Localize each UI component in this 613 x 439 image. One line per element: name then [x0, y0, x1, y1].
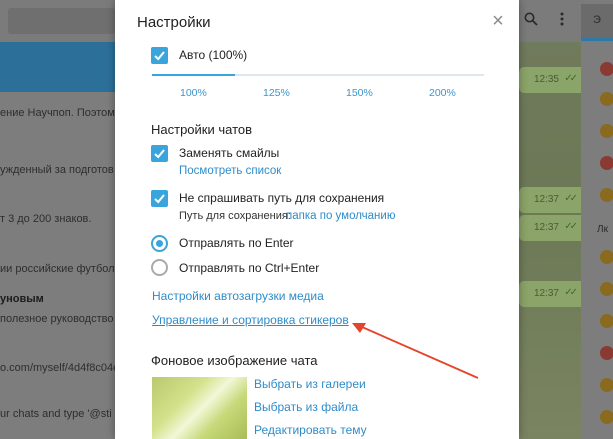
chat-list-snippet: ur chats and type '@sti: [0, 408, 112, 420]
scale-slider-selected[interactable]: [152, 74, 235, 76]
send-by-ctrl-enter-radio[interactable]: [151, 259, 168, 276]
ask-save-path-checkbox[interactable]: [151, 190, 168, 207]
emoji-icon[interactable]: [600, 156, 613, 170]
replace-emoji-checkbox[interactable]: [151, 145, 168, 162]
chat-list-snippet: т 3 до 200 знаков.: [0, 213, 92, 225]
emoji-icon[interactable]: [600, 92, 613, 106]
chat-list-snippet: полезное руководство: [0, 313, 114, 325]
emoji-icon[interactable]: [600, 282, 613, 296]
media-autoload-link[interactable]: Настройки автозагрузки медиа: [152, 289, 324, 303]
choose-from-file-link[interactable]: Выбрать из файла: [254, 400, 358, 414]
view-emoji-list-link[interactable]: Посмотреть список: [179, 165, 281, 177]
settings-content: Авто (100%) 100% 125% 150% 200% Настройк…: [115, 44, 519, 439]
more-icon[interactable]: [560, 12, 564, 30]
emoji-icon[interactable]: [600, 314, 613, 328]
double-check-icon: ✓✓: [564, 193, 578, 204]
send-by-ctrl-enter-label: Отправлять по Ctrl+Enter: [179, 261, 320, 275]
stickers-manage-link[interactable]: Управление и сортировка стикеров: [152, 313, 349, 327]
emoji-icon[interactable]: [600, 124, 613, 138]
message-bubble: 12:37 ✓✓: [519, 215, 581, 241]
message-bubble: 12:37 ✓✓: [519, 281, 581, 307]
auto-scale-checkbox[interactable]: [151, 47, 168, 64]
message-bubble: 12:35 ✓✓: [519, 67, 581, 93]
save-path-link[interactable]: папка по умолчанию: [286, 210, 395, 222]
left-banner: [0, 42, 115, 92]
auto-scale-label: Авто (100%): [179, 48, 248, 62]
edit-theme-link[interactable]: Редактировать тему: [254, 423, 367, 437]
dialog-title: Настройки: [137, 14, 211, 31]
chat-settings-heading: Настройки чатов: [151, 122, 253, 137]
double-check-icon: ✓✓: [564, 221, 578, 232]
close-icon[interactable]: ×: [487, 10, 509, 32]
chat-list-snippet: ужденный за подготов: [0, 164, 114, 176]
emoji-icon[interactable]: [600, 410, 613, 424]
panel-section-label: Лк: [597, 224, 608, 235]
scale-option[interactable]: 125%: [263, 87, 290, 99]
check-icon: [154, 51, 165, 61]
chat-list-name: уновым: [0, 293, 44, 305]
check-icon: [154, 149, 165, 159]
chat-background-heading: Фоновое изображение чата: [151, 353, 318, 368]
side-tab-indicator: [581, 38, 613, 41]
chat-list-snippet: ение Научпоп. Поэтому: [0, 107, 121, 119]
send-by-enter-radio[interactable]: [151, 235, 168, 252]
search-icon[interactable]: [524, 12, 538, 30]
scale-option[interactable]: 150%: [346, 87, 373, 99]
double-check-icon: ✓✓: [564, 73, 578, 84]
search-field[interactable]: [8, 8, 115, 34]
save-path-label: Путь для сохранения:: [179, 210, 291, 222]
emoji-icon[interactable]: [600, 188, 613, 202]
emoji-icon[interactable]: [600, 378, 613, 392]
emoji-icon[interactable]: [600, 346, 613, 360]
message-bubble: 12:37 ✓✓: [519, 187, 581, 213]
chat-list-snippet: o.com/myself/4d4f8c04c6: [0, 362, 125, 374]
emoji-icon[interactable]: [600, 250, 613, 264]
ask-save-path-label: Не спрашивать путь для сохранения: [179, 191, 385, 205]
replace-emoji-label: Заменять смайлы: [179, 146, 280, 160]
settings-dialog: Настройки × Авто (100%) 100% 125% 150% 2…: [115, 0, 519, 439]
background-preview: [152, 377, 247, 439]
side-tab[interactable]: Э: [581, 4, 613, 40]
scale-option[interactable]: 100%: [180, 87, 207, 99]
emoji-icon[interactable]: [600, 62, 613, 76]
scale-option[interactable]: 200%: [429, 87, 456, 99]
choose-from-gallery-link[interactable]: Выбрать из галереи: [254, 377, 366, 391]
double-check-icon: ✓✓: [564, 287, 578, 298]
scale-slider-track[interactable]: [234, 74, 484, 76]
send-by-enter-label: Отправлять по Enter: [179, 236, 294, 250]
chat-list-snippet: ии российские футболис: [0, 263, 127, 275]
check-icon: [154, 194, 165, 204]
